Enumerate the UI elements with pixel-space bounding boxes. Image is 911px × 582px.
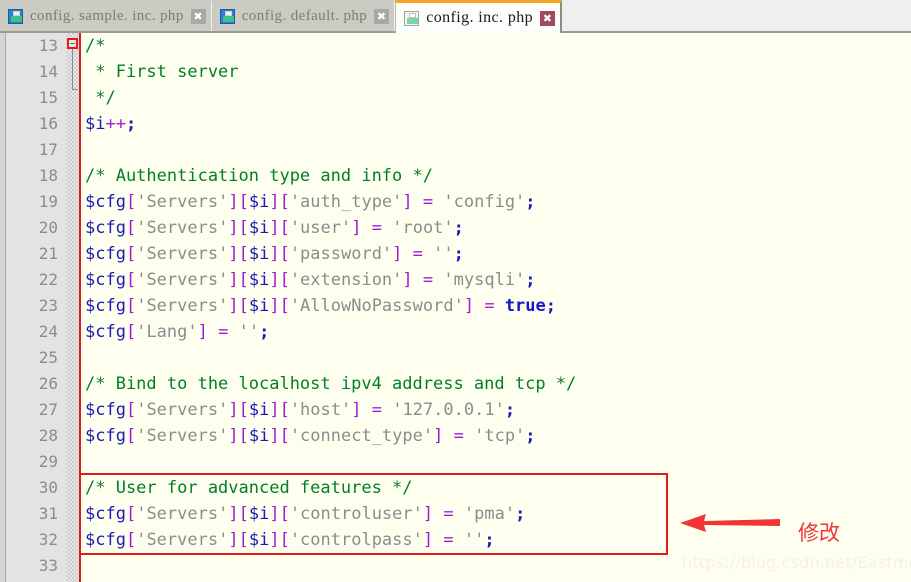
line-number: 20 — [38, 218, 58, 237]
line-number: 14 — [38, 62, 58, 81]
line-number: 32 — [38, 530, 58, 549]
code-line[interactable]: */ — [81, 85, 911, 111]
close-icon[interactable]: ✖ — [540, 10, 556, 26]
line-number: 22 — [38, 270, 58, 289]
code-line[interactable]: * First server — [81, 59, 911, 85]
editor-body: 13 14 15 16 17 18 19 20 21 22 23 24 25 26 27 28 29 30 31 32… — [0, 33, 911, 582]
code-editor-window: config. sample. inc. php ✖ config. defau… — [0, 0, 911, 582]
code-line[interactable]: $cfg['Servers'][$i]['extension'] = 'mysq… — [81, 267, 911, 293]
tab-config-inc-php[interactable]: config. inc. php ✖ — [395, 0, 563, 33]
code-line[interactable] — [81, 345, 911, 371]
code-line[interactable]: /* Authentication type and info */ — [81, 163, 911, 189]
line-number: 25 — [38, 348, 58, 367]
left-arrow-icon — [680, 514, 780, 532]
line-number: 19 — [38, 192, 58, 211]
tab-bar: config. sample. inc. php ✖ config. defau… — [0, 0, 911, 33]
code-line[interactable]: $cfg['Servers'][$i]['controlpass'] = ''; — [81, 527, 911, 553]
code-line[interactable]: /* User for advanced features */ — [81, 475, 911, 501]
floppy-disk-icon — [404, 10, 420, 26]
line-number: 13 — [38, 36, 58, 55]
watermark-text: https://blog.csdn.net/Eastmount — [682, 553, 911, 572]
line-number: 26 — [38, 374, 58, 393]
code-line[interactable]: $cfg['Servers'][$i]['connect_type'] = 't… — [81, 423, 911, 449]
code-line[interactable]: $cfg['Servers'][$i]['AllowNoPassword'] =… — [81, 293, 911, 319]
code-line[interactable]: $cfg['Servers'][$i]['host'] = '127.0.0.1… — [81, 397, 911, 423]
line-number: 24 — [38, 322, 58, 341]
code-text-area[interactable]: /* * First server */$i++; /* Authenticat… — [81, 33, 911, 582]
line-number: 16 — [38, 114, 58, 133]
tab-title: config. sample. inc. php — [30, 8, 184, 24]
fold-range-end-tick — [72, 89, 78, 90]
code-line[interactable] — [81, 137, 911, 163]
line-number: 29 — [38, 452, 58, 471]
line-number: 28 — [38, 426, 58, 445]
line-number: 21 — [38, 244, 58, 263]
tab-title: config. default. php — [241, 8, 368, 24]
tab-config-default-php[interactable]: config. default. php ✖ — [211, 0, 396, 31]
fold-margin[interactable] — [66, 33, 79, 582]
line-number: 18 — [38, 166, 58, 185]
fold-range-line — [72, 49, 73, 89]
floppy-disk-icon — [219, 9, 235, 24]
code-line[interactable]: /* Bind to the localhost ipv4 address an… — [81, 371, 911, 397]
line-number: 33 — [38, 556, 58, 575]
close-icon[interactable]: ✖ — [190, 9, 206, 24]
line-number: 23 — [38, 296, 58, 315]
line-number: 15 — [38, 88, 58, 107]
code-line[interactable]: /* — [81, 33, 911, 59]
code-line[interactable]: $i++; — [81, 111, 911, 137]
code-line[interactable] — [81, 449, 911, 475]
line-number: 30 — [38, 478, 58, 497]
code-line[interactable]: $cfg['Servers'][$i]['auth_type'] = 'conf… — [81, 189, 911, 215]
line-number-gutter: 13 14 15 16 17 18 19 20 21 22 23 24 25 26 27 28 29 30 31 32… — [6, 33, 66, 582]
code-line[interactable]: $cfg['Servers'][$i]['user'] = 'root'; — [81, 215, 911, 241]
fold-collapse-icon[interactable] — [67, 38, 78, 49]
line-number: 27 — [38, 400, 58, 419]
tab-title: config. inc. php — [426, 9, 534, 26]
annotation-label: 修改 — [798, 521, 840, 545]
code-line[interactable]: $cfg['Servers'][$i]['password'] = ''; — [81, 241, 911, 267]
line-number: 17 — [38, 140, 58, 159]
close-icon[interactable]: ✖ — [374, 9, 390, 24]
code-line[interactable]: $cfg['Lang'] = ''; — [81, 319, 911, 345]
floppy-disk-icon — [8, 9, 23, 24]
tab-bar-empty-area — [562, 0, 911, 31]
code-line[interactable]: $cfg['Servers'][$i]['controluser'] = 'pm… — [81, 501, 911, 527]
tab-config-sample-inc-php[interactable]: config. sample. inc. php ✖ — [0, 0, 212, 31]
line-number: 31 — [38, 504, 58, 523]
